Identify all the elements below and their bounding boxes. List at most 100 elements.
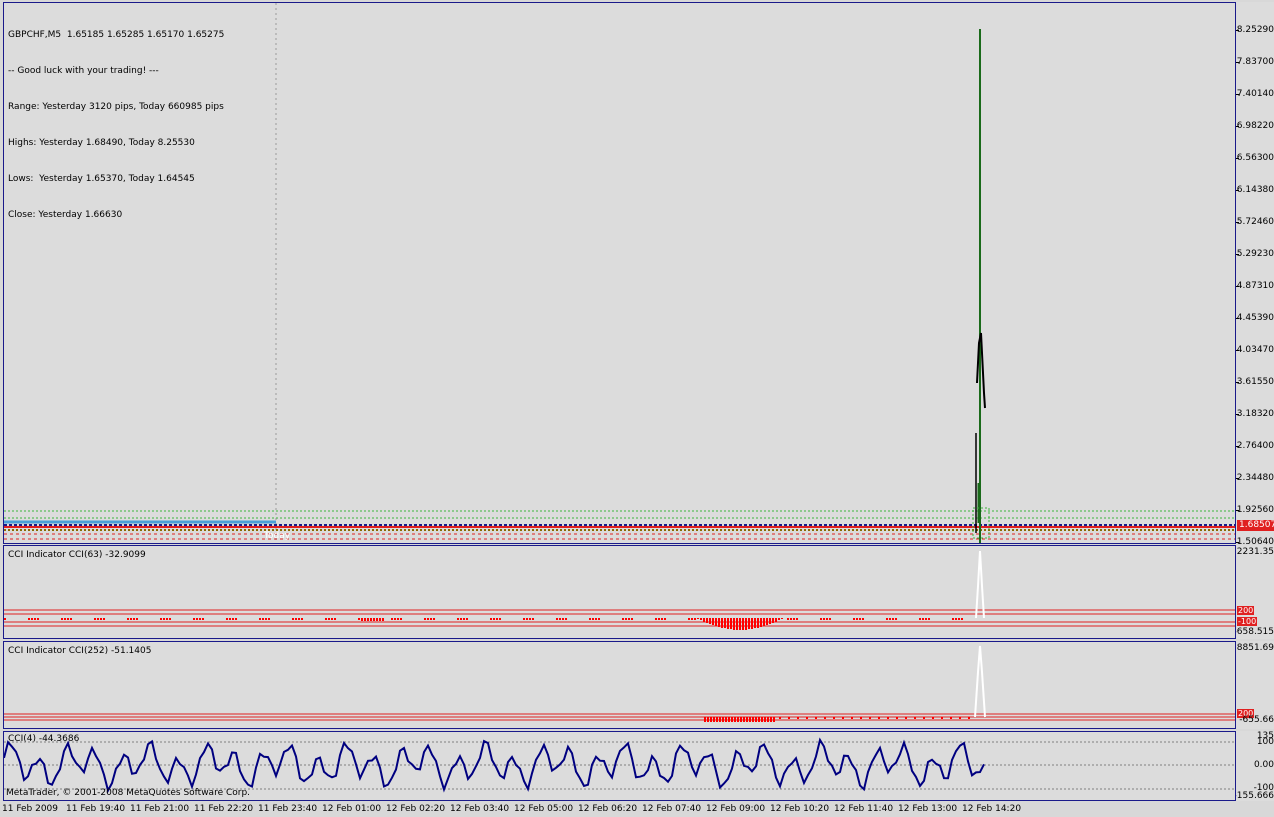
- cci63-hist-bar: [706, 618, 708, 623]
- cci63-hist-bar: [928, 618, 930, 620]
- cci63-hist-bar: [4, 618, 6, 620]
- cci63-hist-bar: [823, 618, 825, 620]
- cci252-hist-bar: [824, 717, 826, 719]
- price-chart-pane[interactable]: GBPCHF,M5 1.65185 1.65285 1.65170 1.6527…: [3, 2, 1236, 544]
- cci63-hist-bar: [952, 618, 954, 620]
- cci63-hist-bar: [295, 618, 297, 620]
- cci63-hist-bar: [820, 618, 822, 620]
- cci63-hist-bar: [697, 618, 699, 619]
- cci63-hist-bar: [736, 618, 738, 630]
- cci63-hist-bar: [766, 618, 768, 625]
- time-axis-label: 11 Feb 23:40: [258, 804, 318, 814]
- cci63-level-tag: 200: [1237, 606, 1255, 615]
- cci63-hist-bar: [370, 618, 372, 621]
- cci252-hist-bar: [779, 717, 781, 719]
- cci63-hist-bar: [34, 618, 36, 620]
- cci252-hist-bar: [896, 717, 898, 719]
- cci63-hist-bar: [232, 618, 234, 620]
- cci63-hist-bar: [694, 618, 696, 620]
- cci63-hist-bar: [715, 618, 717, 626]
- cci63-hist-bar: [163, 618, 165, 620]
- cci252-hist-bar: [923, 717, 925, 719]
- cci63-hist-bar: [196, 618, 198, 620]
- cci63-hist-bar: [829, 618, 831, 620]
- cci63-hist-bar: [730, 618, 732, 629]
- cci252-hist-bar: [878, 717, 880, 719]
- cci252-axis-bottom: -655.66: [1239, 715, 1274, 725]
- price-axis-tickmark: [1236, 94, 1239, 95]
- cci63-hist-bar: [700, 618, 702, 620]
- cci63-hist-bar: [97, 618, 99, 620]
- price-axis-tick: 2.76400: [1236, 441, 1274, 451]
- cci252-hist-bar: [710, 717, 712, 722]
- cci63-hist-bar: [691, 618, 693, 620]
- cci63-hist-bar: [661, 618, 663, 620]
- cci63-canvas: [4, 550, 1235, 630]
- price-axis-tick: 6.98220: [1236, 121, 1274, 131]
- cci63-hist-bar: [373, 618, 375, 621]
- price-axis-tick: 6.14380: [1236, 185, 1274, 195]
- cci252-hist-bar: [746, 717, 748, 722]
- time-axis-label: 12 Feb 13:00: [898, 804, 958, 814]
- cci252-hist-bar: [755, 717, 757, 722]
- cci252-hist-bar: [842, 717, 844, 719]
- cci63-hist-bar: [523, 618, 525, 620]
- cci63-hist-bar: [763, 618, 765, 626]
- cci63-hist-bar: [769, 618, 771, 624]
- cci63-hist-bar: [727, 618, 729, 629]
- cci252-pane[interactable]: CCI Indicator CCI(252) -51.1405: [3, 641, 1236, 729]
- price-axis-tick: 8.25290: [1236, 25, 1274, 35]
- cci63-hist-bar: [709, 618, 711, 624]
- cci63-hist-bar: [328, 618, 330, 620]
- cci63-hist-bar: [526, 618, 528, 620]
- cci252-hist-bar: [767, 717, 769, 722]
- cci252-canvas: [4, 645, 1235, 722]
- cci63-hist-bar: [598, 618, 600, 620]
- cci252-hist-bar: [806, 717, 808, 719]
- cci63-hist-bar: [796, 618, 798, 620]
- time-axis-label: 12 Feb 03:40: [450, 804, 510, 814]
- price-axis-tickmark: [1236, 62, 1239, 63]
- cci63-hist-bar: [955, 618, 957, 620]
- cci252-hist-bar: [770, 717, 772, 722]
- price-axis-tickmark: [1236, 158, 1239, 159]
- price-axis-tickmark: [1236, 446, 1239, 447]
- cci252-hist-bar: [932, 717, 934, 719]
- cci63-hist-bar: [331, 618, 333, 620]
- cci63-hist-bar: [394, 618, 396, 620]
- cci252-hist-bar: [752, 717, 754, 722]
- cci63-hist-bar: [961, 618, 963, 620]
- cci4-axis-tick: 0.00: [1253, 760, 1274, 770]
- price-axis-tick: 4.03470: [1236, 345, 1274, 355]
- cci63-hist-bar: [622, 618, 624, 620]
- cci63-hist-bar: [595, 618, 597, 620]
- cci4-axis-tick: -155.666: [1236, 791, 1274, 801]
- cci63-hist-bar: [70, 618, 72, 620]
- cci63-hist-bar: [826, 618, 828, 620]
- cci252-hist-bar: [704, 717, 706, 722]
- cci252-hist-bar: [734, 717, 736, 722]
- price-chart-canvas: Today: [4, 3, 1235, 543]
- cci63-hist-bar: [169, 618, 171, 620]
- cci63-hist-bar: [325, 618, 327, 620]
- cci252-hist-bar: [761, 717, 763, 722]
- price-axis-tick: 3.61550: [1236, 377, 1274, 387]
- cci252-hist-bar: [905, 717, 907, 719]
- cci252-hist-bar: [860, 717, 862, 719]
- price-axis-tickmark: [1236, 382, 1239, 383]
- cci63-pane[interactable]: CCI Indicator CCI(63) -32.9099: [3, 545, 1236, 639]
- cci4-axis: 135 100 0.00 -100 -155.666: [1236, 731, 1274, 801]
- cci63-hist-bar: [376, 618, 378, 621]
- cci63-hist-bar: [688, 618, 690, 620]
- cci63-hist-bar: [742, 618, 744, 630]
- cci252-hist-bar: [797, 717, 799, 719]
- cci63-hist-bar: [430, 618, 432, 620]
- cci4-pane[interactable]: CCI(4) -44.3686 MetaTrader, © 2001-2008 …: [3, 731, 1236, 801]
- cci63-hist-bar: [31, 618, 33, 620]
- cci252-hist-bar: [869, 717, 871, 719]
- cci252-hist-bar: [941, 717, 943, 719]
- cci63-hist-bar: [793, 618, 795, 620]
- cci252-hist-bar: [722, 717, 724, 722]
- cci63-hist-bar: [592, 618, 594, 620]
- cci63-hist-bar: [859, 618, 861, 620]
